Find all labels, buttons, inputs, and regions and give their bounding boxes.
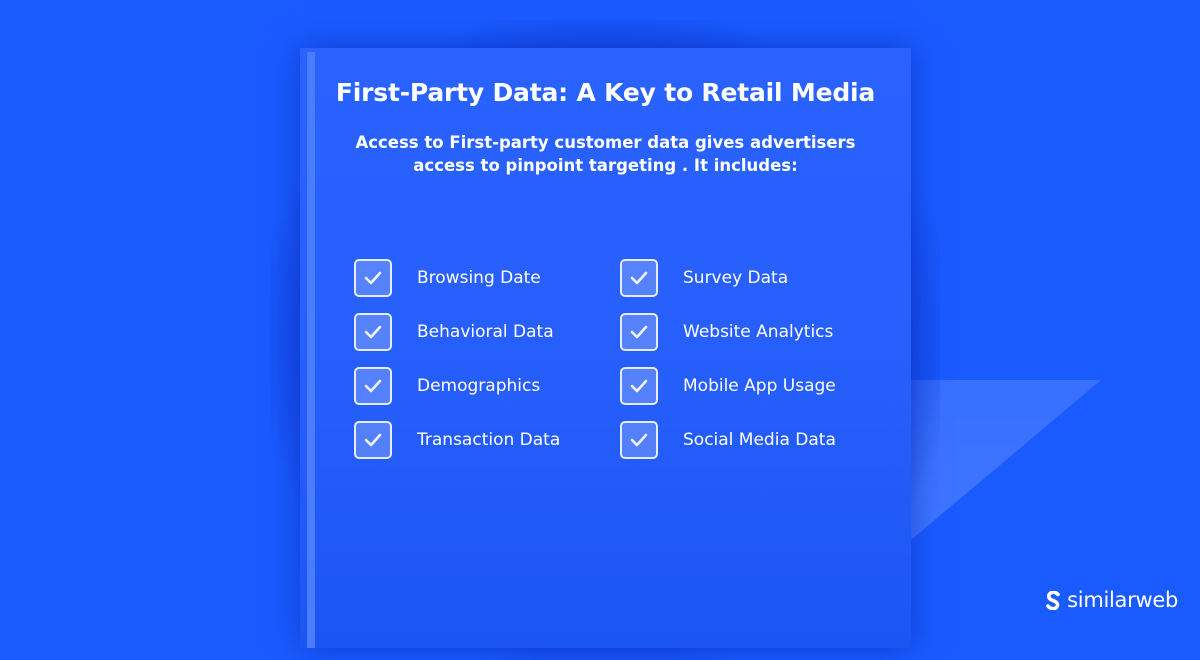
checklist-item-label: Behavioral Data — [417, 322, 554, 342]
checkbox[interactable] — [354, 421, 392, 459]
check-icon — [630, 433, 648, 447]
check-icon — [364, 379, 382, 393]
checkbox[interactable] — [354, 259, 392, 297]
checklist-item-label: Website Analytics — [683, 322, 834, 342]
subtitle-line-2: access to pinpoint targeting . It includ… — [413, 156, 798, 175]
checkbox[interactable] — [620, 421, 658, 459]
checklist-item-label: Survey Data — [683, 268, 789, 288]
checklist-item-label: Social Media Data — [683, 430, 836, 450]
checklist-item: Demographics — [354, 365, 614, 407]
checklist-item-label: Mobile App Usage — [683, 376, 836, 396]
checklist-left-column: Browsing Date Behavioral Data Demographi… — [354, 257, 614, 473]
checkbox[interactable] — [354, 367, 392, 405]
checklist-item-label: Demographics — [417, 376, 541, 396]
info-card: First-Party Data: A Key to Retail Media … — [300, 48, 911, 648]
checklist-right-column: Survey Data Website Analytics Mobile App… — [620, 257, 880, 473]
check-icon — [364, 325, 382, 339]
check-icon — [364, 433, 382, 447]
check-icon — [630, 379, 648, 393]
checklist-item: Website Analytics — [620, 311, 880, 353]
similarweb-brand: similarweb — [1045, 588, 1178, 612]
card-edge-strip — [307, 52, 315, 648]
similarweb-logo-icon — [1046, 590, 1060, 610]
checkbox[interactable] — [620, 259, 658, 297]
checklist-item: Transaction Data — [354, 419, 614, 461]
brand-name: similarweb — [1067, 588, 1178, 612]
check-icon — [630, 271, 648, 285]
checklist-item: Survey Data — [620, 257, 880, 299]
card-title: First-Party Data: A Key to Retail Media — [335, 78, 876, 107]
card-subtitle: Access to First-party customer data give… — [340, 131, 871, 177]
checklist-item: Mobile App Usage — [620, 365, 880, 407]
checkbox[interactable] — [620, 313, 658, 351]
subtitle-line-1: Access to First-party customer data give… — [355, 133, 856, 152]
checklist-item: Browsing Date — [354, 257, 614, 299]
background-light-beam-right — [911, 380, 1101, 540]
checklist-item-label: Transaction Data — [417, 430, 561, 450]
checklist-item: Social Media Data — [620, 419, 880, 461]
check-icon — [364, 271, 382, 285]
checkbox[interactable] — [354, 313, 392, 351]
checkbox[interactable] — [620, 367, 658, 405]
checklist-item: Behavioral Data — [354, 311, 614, 353]
checklist-item-label: Browsing Date — [417, 268, 541, 288]
check-icon — [630, 325, 648, 339]
